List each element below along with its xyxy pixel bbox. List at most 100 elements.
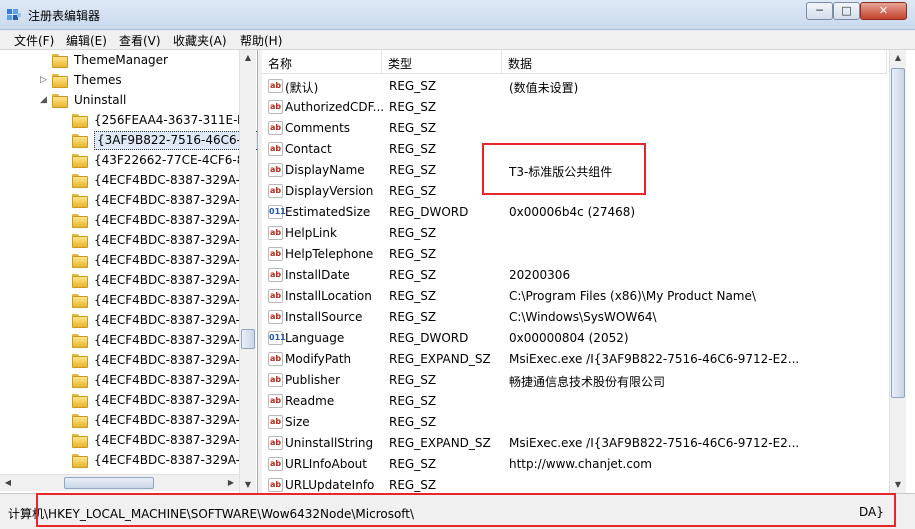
value-row[interactable]: ab DisplayName REG_SZ T3-标准版公共组件 bbox=[262, 160, 882, 181]
value-name: URLUpdateInfo bbox=[285, 478, 375, 492]
value-row[interactable]: ab HelpTelephone REG_SZ bbox=[262, 244, 882, 265]
value-type: REG_SZ bbox=[389, 121, 437, 135]
value-type: REG_SZ bbox=[389, 415, 437, 429]
menu-view[interactable]: 查看(V) bbox=[119, 32, 161, 49]
folder-icon bbox=[72, 354, 88, 368]
value-type: REG_EXPAND_SZ bbox=[389, 352, 491, 366]
tree-item-label: {4ECF4BDC-8387-329A-A bbox=[94, 393, 248, 407]
value-data: 0x00006b4c (27468) bbox=[509, 205, 636, 219]
folder-icon bbox=[52, 74, 68, 88]
value-name: URLInfoAbout bbox=[285, 457, 367, 471]
collapse-arrow-icon[interactable]: ◢ bbox=[40, 95, 50, 105]
scroll-thumb[interactable] bbox=[891, 68, 905, 398]
folder-icon bbox=[72, 134, 88, 148]
value-type: REG_SZ bbox=[389, 184, 437, 198]
value-name: AuthorizedCDF... bbox=[285, 100, 385, 114]
tree-item-label: {4ECF4BDC-8387-329A-A bbox=[94, 353, 248, 367]
status-bar: 计算机\HKEY_LOCAL_MACHINE\SOFTWARE\Wow6432N… bbox=[0, 493, 915, 529]
value-row[interactable]: ab InstallDate REG_SZ 20200306 bbox=[262, 265, 882, 286]
value-type: REG_SZ bbox=[389, 394, 437, 408]
value-type: REG_SZ bbox=[389, 478, 437, 492]
minimize-button[interactable]: ─ bbox=[806, 2, 833, 20]
scroll-left-icon[interactable]: ◀ bbox=[0, 475, 16, 491]
string-value-icon: ab bbox=[268, 268, 283, 282]
value-row[interactable]: ab (默认) REG_SZ (数值未设置) bbox=[262, 76, 882, 97]
tree-item-label: {4ECF4BDC-8387-329A-A bbox=[94, 233, 248, 247]
string-value-icon: ab bbox=[268, 247, 283, 261]
value-data: http://www.chanjet.com bbox=[509, 457, 652, 471]
window-title: 注册表编辑器 bbox=[28, 9, 101, 23]
string-value-icon: ab bbox=[268, 310, 283, 324]
maximize-button[interactable]: □ bbox=[833, 2, 860, 20]
value-name: Publisher bbox=[285, 373, 341, 387]
value-type: REG_SZ bbox=[389, 310, 437, 324]
folder-icon bbox=[72, 194, 88, 208]
string-value-icon: ab bbox=[268, 457, 283, 471]
value-row[interactable]: ab Publisher REG_SZ 畅捷通信息技术股份有限公司 bbox=[262, 370, 882, 391]
value-row[interactable]: ab UninstallString REG_EXPAND_SZ MsiExec.ex… bbox=[262, 433, 882, 454]
tree-item-label: {4ECF4BDC-8387-329A-A bbox=[94, 433, 248, 447]
folder-icon bbox=[72, 434, 88, 448]
menu-help[interactable]: 帮助(H) bbox=[240, 32, 282, 49]
value-row[interactable]: 011 Language REG_DWORD 0x00000804 (2052) bbox=[262, 328, 882, 349]
value-row[interactable]: ab AuthorizedCDF... REG_SZ bbox=[262, 97, 882, 118]
title-bar: 注册表编辑器 ─ □ ✕ bbox=[0, 0, 915, 30]
list-vertical-scrollbar[interactable]: ▲ ▼ bbox=[889, 50, 906, 493]
column-header-type[interactable]: 类型 bbox=[382, 50, 502, 74]
string-value-icon: ab bbox=[268, 478, 283, 492]
value-row[interactable]: ab URLUpdateInfo REG_SZ bbox=[262, 475, 882, 493]
value-data: C:\Windows\SysWOW64\ bbox=[509, 310, 657, 324]
tree-item-label: {4ECF4BDC-8387-329A-A bbox=[94, 293, 248, 307]
folder-icon bbox=[72, 374, 88, 388]
value-row[interactable]: ab ModifyPath REG_EXPAND_SZ MsiExec.exe /I{… bbox=[262, 349, 882, 370]
menu-file[interactable]: 文件(F) bbox=[14, 32, 54, 49]
value-row[interactable]: ab Contact REG_SZ bbox=[262, 139, 882, 160]
expand-arrow-icon[interactable]: ▷ bbox=[40, 75, 50, 85]
menu-favorites[interactable]: 收藏夹(A) bbox=[173, 32, 227, 49]
scroll-down-icon[interactable]: ▼ bbox=[240, 477, 256, 493]
folder-icon bbox=[72, 174, 88, 188]
scroll-up-icon[interactable]: ▲ bbox=[240, 50, 256, 66]
value-row[interactable]: ab Comments REG_SZ bbox=[262, 118, 882, 139]
value-row[interactable]: ab Readme REG_SZ bbox=[262, 391, 882, 412]
value-name: UninstallString bbox=[285, 436, 374, 450]
tree-item-label: {4ECF4BDC-8387-329A-A bbox=[94, 273, 248, 287]
value-data: (数值未设置) bbox=[509, 81, 579, 95]
value-row[interactable]: ab InstallSource REG_SZ C:\Windows\SysWOW64… bbox=[262, 307, 882, 328]
folder-icon bbox=[72, 394, 88, 408]
value-name: InstallLocation bbox=[285, 289, 372, 303]
tree-item-label: {4ECF4BDC-8387-329A-A bbox=[94, 213, 248, 227]
value-row[interactable]: ab Size REG_SZ bbox=[262, 412, 882, 433]
scroll-up-icon[interactable]: ▲ bbox=[890, 50, 906, 66]
value-row[interactable]: 011 EstimatedSize REG_DWORD 0x00006b4c (274… bbox=[262, 202, 882, 223]
tree-item-label: {256FEAA4-3637-311E-B4 bbox=[94, 113, 253, 127]
folder-icon bbox=[72, 294, 88, 308]
value-type: REG_SZ bbox=[389, 457, 437, 471]
value-row[interactable]: ab InstallLocation REG_SZ C:\Program Files … bbox=[262, 286, 882, 307]
folder-icon bbox=[72, 334, 88, 348]
folder-icon bbox=[72, 274, 88, 288]
value-row[interactable]: ab DisplayVersion REG_SZ bbox=[262, 181, 882, 202]
scroll-thumb[interactable] bbox=[241, 329, 255, 349]
close-button[interactable]: ✕ bbox=[860, 2, 907, 20]
value-row[interactable]: ab HelpLink REG_SZ bbox=[262, 223, 882, 244]
column-header-name[interactable]: 名称 bbox=[262, 50, 382, 74]
menu-edit[interactable]: 编辑(E) bbox=[66, 32, 107, 49]
column-header-data[interactable]: 数据 bbox=[502, 50, 887, 74]
registry-tree[interactable]: ThemeManager ▷ Themes ◢ Uninstall {256FEAA4-3… bbox=[0, 50, 258, 493]
folder-icon bbox=[52, 94, 68, 108]
tree-vertical-scrollbar[interactable]: ▲ ▼ bbox=[239, 50, 256, 493]
tree-item-label: {3AF9B822-7516-46C6-97 bbox=[94, 131, 257, 150]
string-value-icon: ab bbox=[268, 352, 283, 366]
binary-value-icon: 011 bbox=[268, 205, 286, 219]
scroll-right-icon[interactable]: ▶ bbox=[223, 475, 239, 491]
scroll-thumb[interactable] bbox=[64, 477, 154, 489]
value-row[interactable]: ab URLInfoAbout REG_SZ http://www.chanjet.c… bbox=[262, 454, 882, 475]
string-value-icon: ab bbox=[268, 226, 283, 240]
value-name: Readme bbox=[285, 394, 335, 408]
string-value-icon: ab bbox=[268, 79, 283, 93]
tree-horizontal-scrollbar[interactable]: ◀ ▶ bbox=[0, 474, 239, 491]
scroll-down-icon[interactable]: ▼ bbox=[890, 477, 906, 493]
value-name: Contact bbox=[285, 142, 332, 156]
value-type: REG_SZ bbox=[389, 373, 437, 387]
